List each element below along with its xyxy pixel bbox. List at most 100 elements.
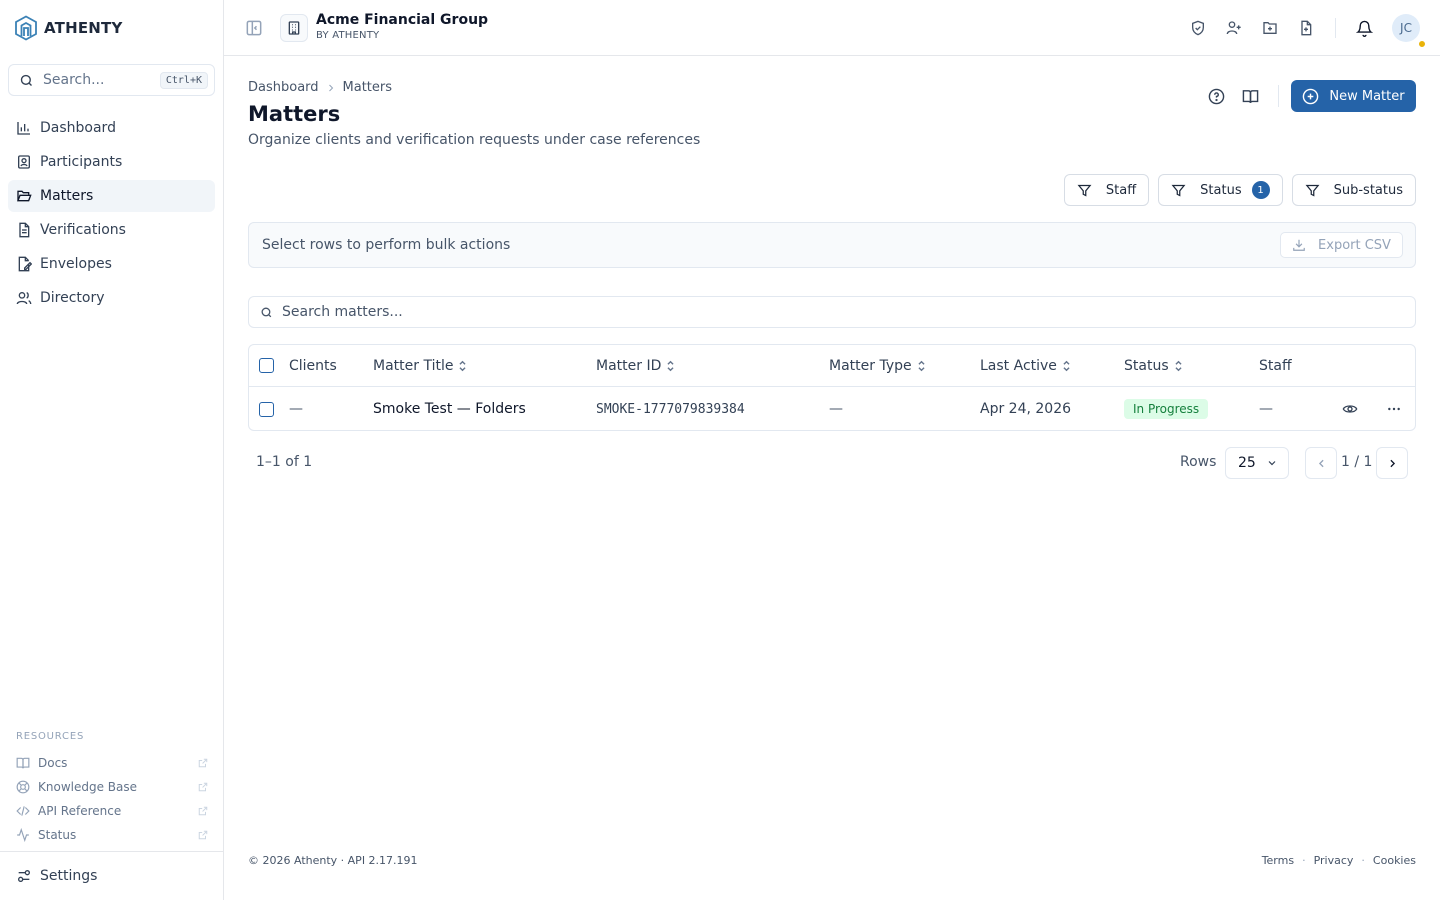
view-row-button[interactable]: [1342, 387, 1358, 430]
main-content: Dashboard Matters Matters Organize clien…: [248, 56, 1416, 900]
sort-icon: [917, 360, 926, 372]
rows-per-page-select[interactable]: 25: [1225, 447, 1289, 479]
filter-bar: Staff Status 1 Sub-status: [1063, 174, 1416, 206]
activity-icon: [16, 828, 30, 842]
sidebar-item-envelopes[interactable]: Envelopes: [8, 248, 215, 280]
filter-label: Status: [1200, 182, 1242, 198]
header-divider: [1335, 18, 1336, 38]
column-header-matter-title[interactable]: Matter Title: [373, 345, 467, 386]
help-circle-icon: [1208, 88, 1225, 105]
page-indicator: 1 / 1: [1341, 454, 1373, 470]
footer-link-privacy[interactable]: Privacy: [1314, 854, 1354, 867]
new-matter-button[interactable]: New Matter: [1291, 80, 1416, 112]
sidebar-item-label: Directory: [40, 290, 105, 306]
new-matter-label: New Matter: [1329, 88, 1405, 104]
column-label: Staff: [1259, 357, 1292, 374]
bulk-actions-bar: Select rows to perform bulk actions Expo…: [248, 222, 1416, 268]
sidebar-item-directory[interactable]: Directory: [8, 282, 215, 314]
resource-item-api-reference[interactable]: API Reference: [16, 799, 208, 823]
sidebar-item-label: Dashboard: [40, 120, 116, 136]
brand-logo[interactable]: ATHENTY: [14, 14, 123, 42]
column-header-matter-id[interactable]: Matter ID: [596, 345, 675, 386]
footer-link-terms[interactable]: Terms: [1262, 854, 1294, 867]
search-icon: [19, 73, 34, 88]
user-avatar[interactable]: JC: [1392, 14, 1420, 42]
resource-item-docs[interactable]: Docs: [16, 751, 208, 775]
sidebar-settings[interactable]: Settings: [0, 851, 223, 900]
bell-icon: [1355, 20, 1373, 37]
filter-icon: [1305, 183, 1320, 198]
matters-table: Clients Matter Title Matter ID Matter Ty…: [248, 344, 1416, 431]
org-switcher-button[interactable]: [280, 14, 308, 42]
chevron-down-icon: [1266, 457, 1278, 469]
column-header-last-active[interactable]: Last Active: [980, 345, 1071, 386]
rows-per-page-value: 25: [1238, 455, 1256, 471]
athenty-logo-icon: [14, 15, 38, 41]
more-horizontal-icon: [1386, 401, 1402, 417]
external-link-icon: [198, 830, 208, 840]
file-text-icon: [16, 222, 32, 238]
book-icon: [16, 756, 30, 770]
building-icon: [286, 20, 302, 36]
column-header-status[interactable]: Status: [1124, 345, 1183, 386]
shield-check-icon: [1190, 20, 1206, 36]
select-all-checkbox[interactable]: [259, 358, 274, 373]
table-header: Clients Matter Title Matter ID Matter Ty…: [249, 345, 1415, 387]
next-page-button[interactable]: [1376, 447, 1408, 479]
plus-circle-icon: [1302, 88, 1319, 105]
rows-per-page-label: Rows: [1180, 454, 1217, 470]
filter-substatus-button[interactable]: Sub-status: [1291, 174, 1416, 206]
chevron-right-icon: [325, 82, 337, 94]
sidebar-nav: Dashboard Participants Matters Verificat…: [8, 112, 215, 316]
resources-list: Docs Knowledge Base API Reference Status: [16, 751, 208, 847]
panel-left-icon: [244, 18, 264, 38]
footer-separator: ·: [1302, 854, 1306, 867]
status-indicator-dot: [1418, 40, 1426, 48]
help-button[interactable]: [1204, 84, 1228, 108]
prev-page-button[interactable]: [1305, 447, 1337, 479]
resource-label: Docs: [38, 756, 68, 770]
sidebar-item-participants[interactable]: Participants: [8, 146, 215, 178]
row-more-button[interactable]: [1386, 387, 1402, 430]
global-search-input[interactable]: Search... Ctrl+K: [8, 64, 215, 96]
status-badge: In Progress: [1124, 399, 1209, 419]
header-actions: [1186, 16, 1318, 40]
cell-clients: —: [289, 401, 303, 417]
add-user-button[interactable]: [1222, 16, 1246, 40]
breadcrumb-link-dashboard[interactable]: Dashboard: [248, 80, 319, 95]
matters-search-input[interactable]: Search matters...: [248, 296, 1416, 328]
resource-item-status[interactable]: Status: [16, 823, 208, 847]
search-shortcut: Ctrl+K: [159, 71, 208, 89]
column-header-matter-type[interactable]: Matter Type: [829, 345, 926, 386]
table-row[interactable]: — Smoke Test — Folders SMOKE-17770798393…: [249, 387, 1415, 430]
column-label: Clients: [289, 357, 337, 374]
footer-links: Terms · Privacy · Cookies: [1262, 854, 1416, 867]
sidebar-item-label: Participants: [40, 154, 123, 170]
resource-label: API Reference: [38, 804, 122, 818]
sidebar-toggle-button[interactable]: [244, 18, 264, 38]
footer-link-cookies[interactable]: Cookies: [1373, 854, 1416, 867]
cell-matter-title[interactable]: Smoke Test — Folders: [373, 387, 526, 430]
new-document-button[interactable]: [1294, 16, 1318, 40]
sidebar-item-verifications[interactable]: Verifications: [8, 214, 215, 246]
filter-staff-button[interactable]: Staff: [1063, 174, 1150, 206]
shield-check-button[interactable]: [1186, 16, 1210, 40]
pagination-count: 1–1 of 1: [256, 454, 313, 470]
filter-count-badge: 1: [1251, 181, 1270, 199]
cell-staff: —: [1259, 401, 1273, 417]
sidebar-item-matters[interactable]: Matters: [8, 180, 215, 212]
app-root: ATHENTY Search... Ctrl+K Dashboard Parti…: [0, 0, 1440, 900]
sidebar-item-dashboard[interactable]: Dashboard: [8, 112, 215, 144]
docs-button[interactable]: [1238, 84, 1262, 108]
filter-label: Staff: [1105, 182, 1137, 198]
bar-chart-icon: [16, 120, 32, 136]
cell-last-active: Apr 24, 2026: [980, 401, 1072, 417]
org-name: Acme Financial Group: [316, 12, 489, 28]
row-select-checkbox[interactable]: [259, 401, 274, 417]
filter-status-button[interactable]: Status 1: [1158, 174, 1283, 206]
resource-item-knowledge-base[interactable]: Knowledge Base: [16, 775, 208, 799]
export-csv-button[interactable]: Export CSV: [1280, 232, 1403, 258]
new-folder-button[interactable]: [1258, 16, 1282, 40]
notifications-button[interactable]: [1352, 16, 1376, 40]
download-icon: [1292, 238, 1306, 252]
